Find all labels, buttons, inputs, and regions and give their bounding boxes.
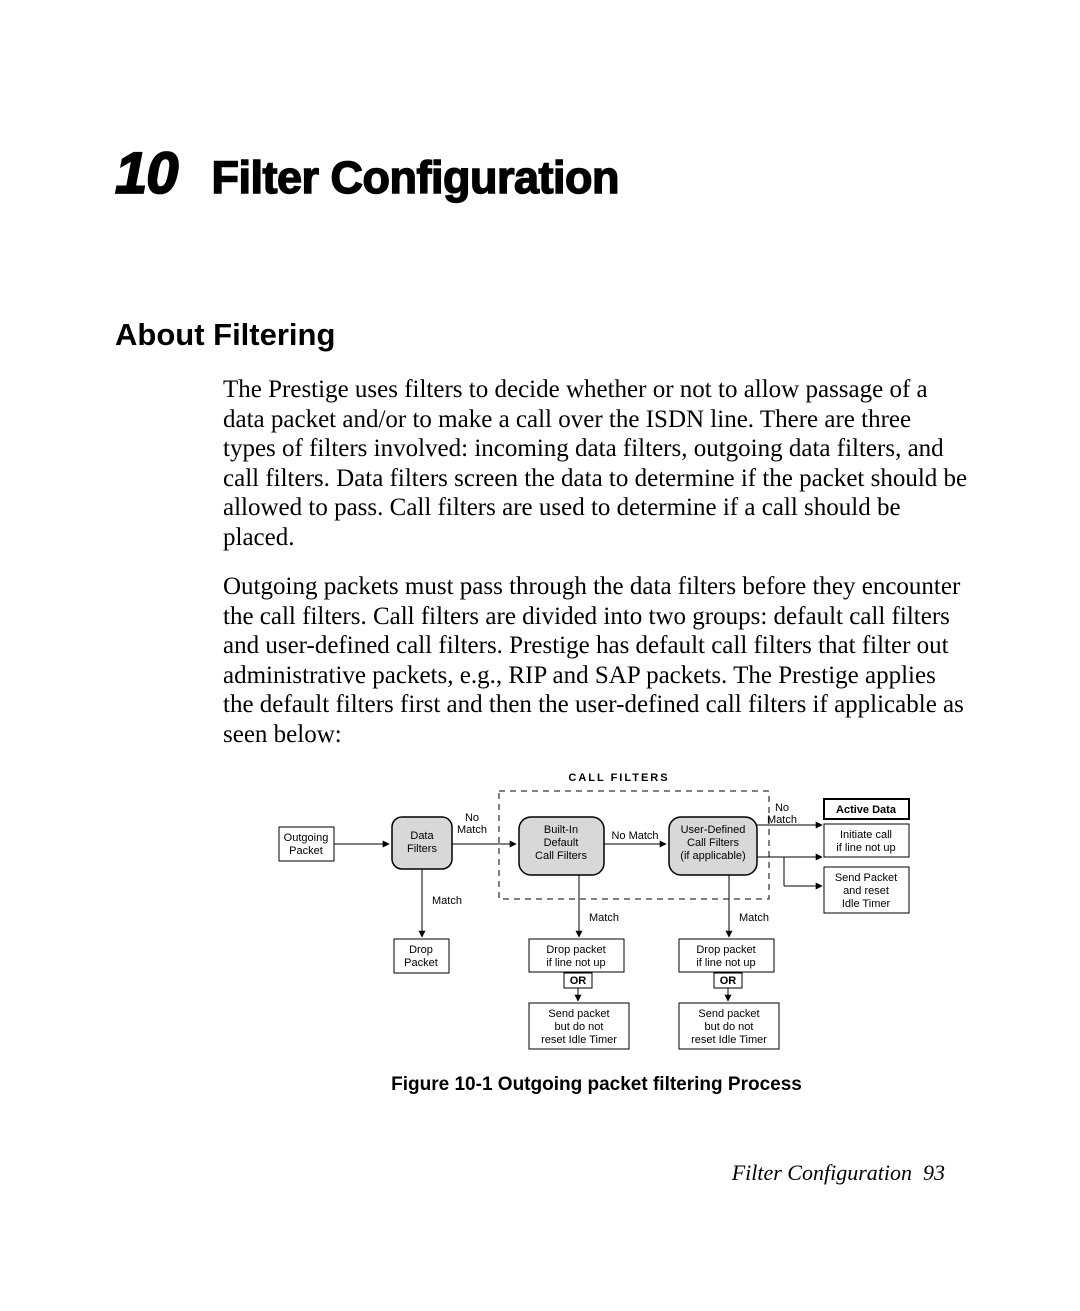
chapter-heading: 10 Filter Configuration: [115, 140, 970, 207]
svg-text:Call Filters: Call Filters: [535, 850, 587, 862]
svg-text:if line not up: if line not up: [696, 957, 755, 969]
svg-text:Send packet: Send packet: [548, 1008, 609, 1020]
chapter-title: Filter Configuration: [212, 152, 619, 204]
svg-text:Packet: Packet: [404, 957, 438, 969]
svg-text:Send Packet: Send Packet: [835, 872, 897, 884]
svg-text:Drop packet: Drop packet: [696, 944, 755, 956]
svg-text:Filters: Filters: [407, 843, 437, 855]
active-data-label: Active Data: [836, 804, 897, 816]
svg-text:OR: OR: [570, 975, 587, 987]
svg-text:No Match: No Match: [611, 830, 658, 842]
svg-text:Initiate call: Initiate call: [840, 829, 892, 841]
svg-text:Drop: Drop: [409, 944, 433, 956]
figure-diagram: CALL FILTERS Outgoing Packet Data Filter…: [274, 769, 919, 1064]
svg-text:but do not: but do not: [555, 1021, 604, 1033]
svg-text:Drop packet: Drop packet: [546, 944, 605, 956]
svg-text:if line not up: if line not up: [546, 957, 605, 969]
svg-text:Built-In: Built-In: [544, 824, 578, 836]
svg-text:OR: OR: [720, 975, 737, 987]
footer-label: Filter Configuration: [732, 1160, 912, 1185]
svg-text:and reset: and reset: [843, 885, 889, 897]
match-label-1: Match: [432, 895, 462, 907]
figure: CALL FILTERS Outgoing Packet Data Filter…: [223, 769, 970, 1096]
chapter-number: 10: [115, 140, 178, 207]
svg-text:No: No: [465, 812, 479, 824]
figure-caption: Figure 10-1 Outgoing packet filtering Pr…: [223, 1074, 970, 1096]
svg-text:if line not up: if line not up: [836, 842, 895, 854]
svg-text:Match: Match: [457, 824, 487, 836]
svg-text:Send packet: Send packet: [698, 1008, 759, 1020]
svg-text:(if applicable): (if applicable): [680, 850, 745, 862]
svg-text:but do not: but do not: [705, 1021, 754, 1033]
call-filters-title: CALL FILTERS: [568, 772, 669, 784]
svg-text:Match: Match: [589, 912, 619, 924]
svg-text:User-Defined: User-Defined: [681, 824, 746, 836]
svg-text:Idle Timer: Idle Timer: [842, 898, 891, 910]
svg-text:reset Idle Timer: reset Idle Timer: [691, 1034, 767, 1046]
data-filters-label: Data: [410, 830, 434, 842]
body-paragraph-1: The Prestige uses filters to decide whet…: [223, 375, 970, 552]
svg-text:No: No: [775, 802, 789, 814]
svg-text:Match: Match: [767, 814, 797, 826]
section-heading: About Filtering: [115, 317, 970, 353]
svg-text:Match: Match: [739, 912, 769, 924]
svg-text:Call Filters: Call Filters: [687, 837, 739, 849]
svg-text:Packet: Packet: [289, 845, 323, 857]
footer-page: 93: [923, 1160, 945, 1185]
svg-text:reset Idle Timer: reset Idle Timer: [541, 1034, 617, 1046]
page-footer: Filter Configuration 93: [732, 1160, 945, 1186]
body-paragraph-2: Outgoing packets must pass through the d…: [223, 572, 970, 749]
outgoing-packet-label: Outgoing: [284, 832, 329, 844]
svg-text:Default: Default: [544, 837, 579, 849]
